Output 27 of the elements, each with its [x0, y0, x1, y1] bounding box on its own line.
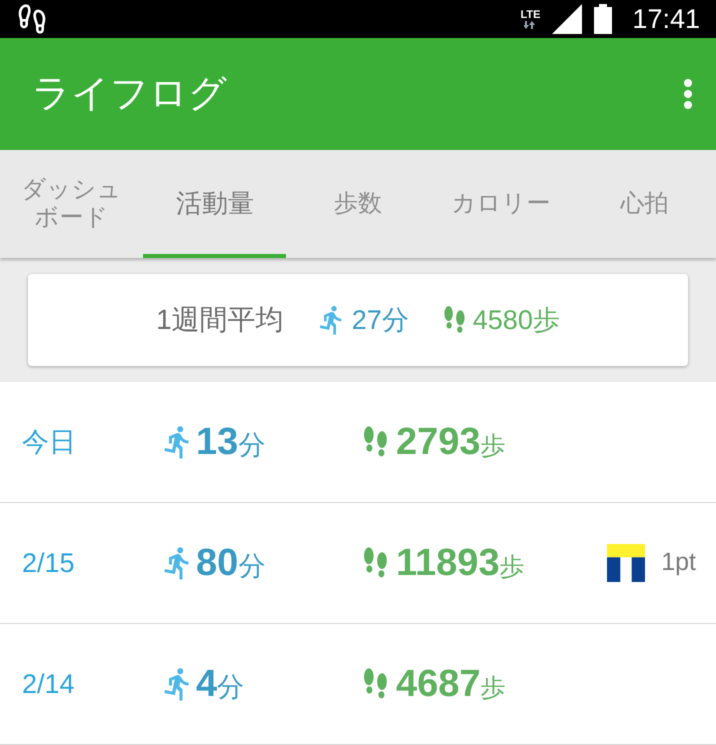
weekly-average-label: 1週間平均 — [156, 303, 284, 337]
date-label: 2/14 — [21, 668, 76, 701]
date-label: 今日 — [21, 426, 77, 459]
signal-icon — [552, 4, 582, 34]
active-minutes: 4分 — [196, 662, 244, 706]
data-arrows-icon — [524, 20, 536, 28]
network-type: LTE — [520, 10, 540, 20]
more-icon — [684, 79, 692, 109]
step-count: 4687歩 — [396, 662, 506, 706]
average-minutes: 27分 — [352, 304, 409, 337]
date-label: 2/15 — [21, 546, 76, 580]
tab[interactable]: 歩数 — [286, 150, 430, 258]
step-count: 11893歩 — [396, 540, 525, 586]
active-minutes: 13分 — [196, 420, 266, 464]
points-earned: 1pt — [661, 547, 696, 578]
tab[interactable]: カロリー — [430, 150, 573, 258]
app-title: ライフログ — [32, 72, 227, 116]
active-minutes: 80分 — [196, 540, 266, 586]
points-card-icon — [607, 544, 646, 582]
step-count: 2793歩 — [396, 420, 506, 464]
footprints-icon — [16, 3, 48, 35]
more-menu-button[interactable] — [684, 79, 692, 109]
battery-icon — [594, 4, 612, 34]
tab[interactable]: 心拍 — [572, 150, 716, 258]
tab[interactable]: ダッシュボード — [0, 150, 144, 258]
clock: 17:41 — [632, 2, 700, 36]
average-steps: 4580歩 — [472, 300, 560, 340]
